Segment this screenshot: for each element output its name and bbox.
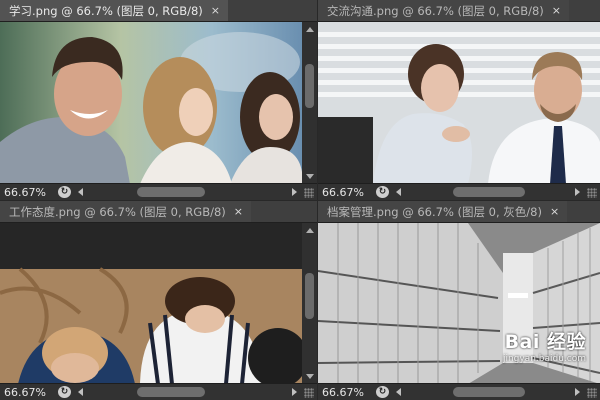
tab-bar: 工作态度.png @ 66.7% (图层 0, RGB/8) × [0, 201, 317, 223]
document-window-study[interactable]: 学习.png @ 66.7% (图层 0, RGB/8) × 66.67% ↻ [0, 0, 317, 200]
scroll-right-icon[interactable] [292, 188, 297, 196]
horizontal-scrollbar[interactable] [73, 384, 317, 400]
watermark-logo: Bai 经验 jingyan.baidu.com [503, 327, 586, 364]
photo-office-communication [318, 22, 600, 184]
horizontal-scrollbar[interactable] [391, 384, 600, 400]
close-icon[interactable]: × [550, 205, 559, 218]
horizontal-scrollbar[interactable] [73, 184, 317, 200]
photo-students-studying [0, 22, 302, 184]
watermark-main: Bai 经验 [504, 331, 586, 353]
scroll-thumb[interactable] [137, 387, 205, 397]
document-tab[interactable]: 工作态度.png @ 66.7% (图层 0, RGB/8) × [0, 201, 251, 222]
scroll-up-icon[interactable] [306, 228, 314, 233]
close-icon[interactable]: × [234, 205, 243, 218]
vertical-scrollbar[interactable] [302, 22, 317, 184]
status-bar: 66.67% ↻ [0, 383, 317, 400]
navigator-icon[interactable]: ↻ [376, 186, 389, 198]
scroll-thumb[interactable] [137, 187, 205, 197]
document-window-communication[interactable]: 交流沟通.png @ 66.7% (图层 0, RGB/8) × 66.67% … [318, 0, 600, 200]
navigator-icon[interactable]: ↻ [376, 386, 389, 398]
close-icon[interactable]: × [552, 4, 561, 17]
watermark-url: jingyan.baidu.com [502, 354, 586, 364]
resize-grip-icon[interactable] [304, 388, 314, 398]
tab-bar: 学习.png @ 66.7% (图层 0, RGB/8) × [0, 0, 317, 22]
zoom-level[interactable]: 66.67% [318, 386, 370, 399]
zoom-level[interactable]: 66.67% [0, 386, 52, 399]
document-tab-title: 档案管理.png @ 66.7% (图层 0, 灰色/8) [327, 204, 542, 219]
tab-bar: 交流沟通.png @ 66.7% (图层 0, RGB/8) × [318, 0, 600, 22]
scroll-left-icon[interactable] [396, 388, 401, 396]
document-tab[interactable]: 交流沟通.png @ 66.7% (图层 0, RGB/8) × [318, 0, 569, 21]
scroll-down-icon[interactable] [306, 174, 314, 179]
document-tab-title: 交流沟通.png @ 66.7% (图层 0, RGB/8) [327, 3, 544, 18]
scroll-right-icon[interactable] [575, 388, 580, 396]
scroll-down-icon[interactable] [306, 374, 314, 379]
scroll-thumb[interactable] [453, 187, 525, 197]
document-tab-title: 学习.png @ 66.7% (图层 0, RGB/8) [9, 3, 203, 18]
status-bar: 66.67% ↻ [318, 183, 600, 200]
status-bar: 66.67% ↻ [0, 183, 317, 200]
document-tab[interactable]: 学习.png @ 66.7% (图层 0, RGB/8) × [0, 0, 228, 21]
vertical-scrollbar[interactable] [302, 223, 317, 384]
image-canvas[interactable] [318, 22, 600, 184]
scroll-right-icon[interactable] [575, 188, 580, 196]
close-icon[interactable]: × [211, 4, 220, 17]
scroll-thumb[interactable] [453, 387, 525, 397]
resize-grip-icon[interactable] [587, 188, 597, 198]
document-window-archive-management[interactable]: 档案管理.png @ 66.7% (图层 0, 灰色/8) × Bai 经验 j… [318, 201, 600, 400]
navigator-icon[interactable]: ↻ [58, 386, 71, 398]
scroll-thumb[interactable] [305, 273, 314, 319]
document-tab-title: 工作态度.png @ 66.7% (图层 0, RGB/8) [9, 204, 226, 219]
navigator-icon[interactable]: ↻ [58, 186, 71, 198]
zoom-level[interactable]: 66.67% [0, 186, 52, 199]
image-canvas[interactable]: Bai 经验 jingyan.baidu.com [318, 223, 600, 384]
scroll-thumb[interactable] [305, 64, 314, 108]
scroll-left-icon[interactable] [78, 188, 83, 196]
scroll-left-icon[interactable] [78, 388, 83, 396]
photo-work-meeting [0, 223, 302, 384]
image-canvas[interactable] [0, 22, 302, 184]
resize-grip-icon[interactable] [304, 188, 314, 198]
document-tab[interactable]: 档案管理.png @ 66.7% (图层 0, 灰色/8) × [318, 201, 568, 222]
document-window-work-attitude[interactable]: 工作态度.png @ 66.7% (图层 0, RGB/8) × 66.67% … [0, 201, 317, 400]
zoom-level[interactable]: 66.67% [318, 186, 370, 199]
tab-bar: 档案管理.png @ 66.7% (图层 0, 灰色/8) × [318, 201, 600, 223]
horizontal-scrollbar[interactable] [391, 184, 600, 200]
scroll-up-icon[interactable] [306, 27, 314, 32]
status-bar: 66.67% ↻ [318, 383, 600, 400]
scroll-left-icon[interactable] [396, 188, 401, 196]
image-canvas[interactable] [0, 223, 302, 384]
resize-grip-icon[interactable] [587, 388, 597, 398]
document-grid: 学习.png @ 66.7% (图层 0, RGB/8) × 66.67% ↻ … [0, 0, 600, 400]
scroll-right-icon[interactable] [292, 388, 297, 396]
